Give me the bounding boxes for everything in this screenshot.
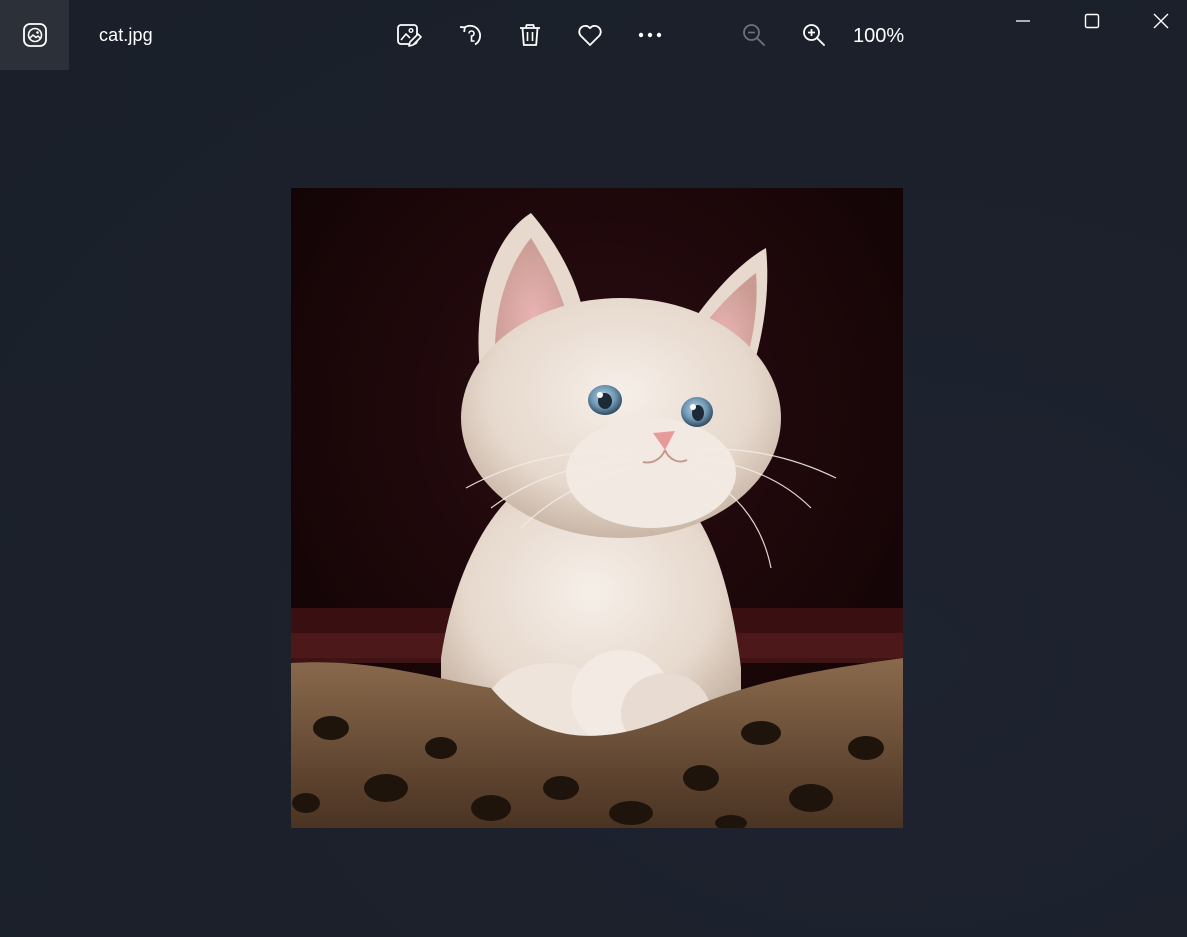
close-button[interactable] — [1131, 0, 1187, 42]
maximize-icon — [1084, 13, 1100, 29]
more-options-button[interactable] — [630, 15, 670, 55]
edit-image-button[interactable] — [389, 15, 429, 55]
displayed-photo[interactable] — [291, 188, 903, 828]
zoom-out-button[interactable] — [734, 15, 774, 55]
favorite-button[interactable] — [570, 15, 610, 55]
minimize-icon — [1016, 20, 1030, 22]
app-icon-button[interactable] — [0, 0, 69, 70]
photos-app-window: cat.jpg 100% — [0, 0, 1187, 937]
kitten-image — [291, 188, 903, 828]
delete-button[interactable] — [510, 15, 550, 55]
trash-icon — [520, 24, 540, 46]
zoom-in-button[interactable] — [794, 15, 834, 55]
maximize-button[interactable] — [1062, 0, 1122, 42]
minimize-button[interactable] — [993, 0, 1053, 42]
edit-image-icon — [397, 24, 422, 47]
zoom-out-icon — [743, 24, 765, 46]
file-name: cat.jpg — [99, 25, 153, 45]
more-icon — [638, 32, 662, 38]
zoom-level-button[interactable]: 100% — [853, 24, 904, 48]
rotate-icon — [459, 24, 481, 46]
rotate-button[interactable] — [450, 15, 490, 55]
close-icon — [1153, 13, 1169, 29]
heart-icon — [578, 24, 602, 46]
zoom-in-icon — [803, 24, 825, 46]
photos-app-icon — [22, 23, 47, 47]
title-bar: cat.jpg 100% — [0, 0, 1187, 70]
